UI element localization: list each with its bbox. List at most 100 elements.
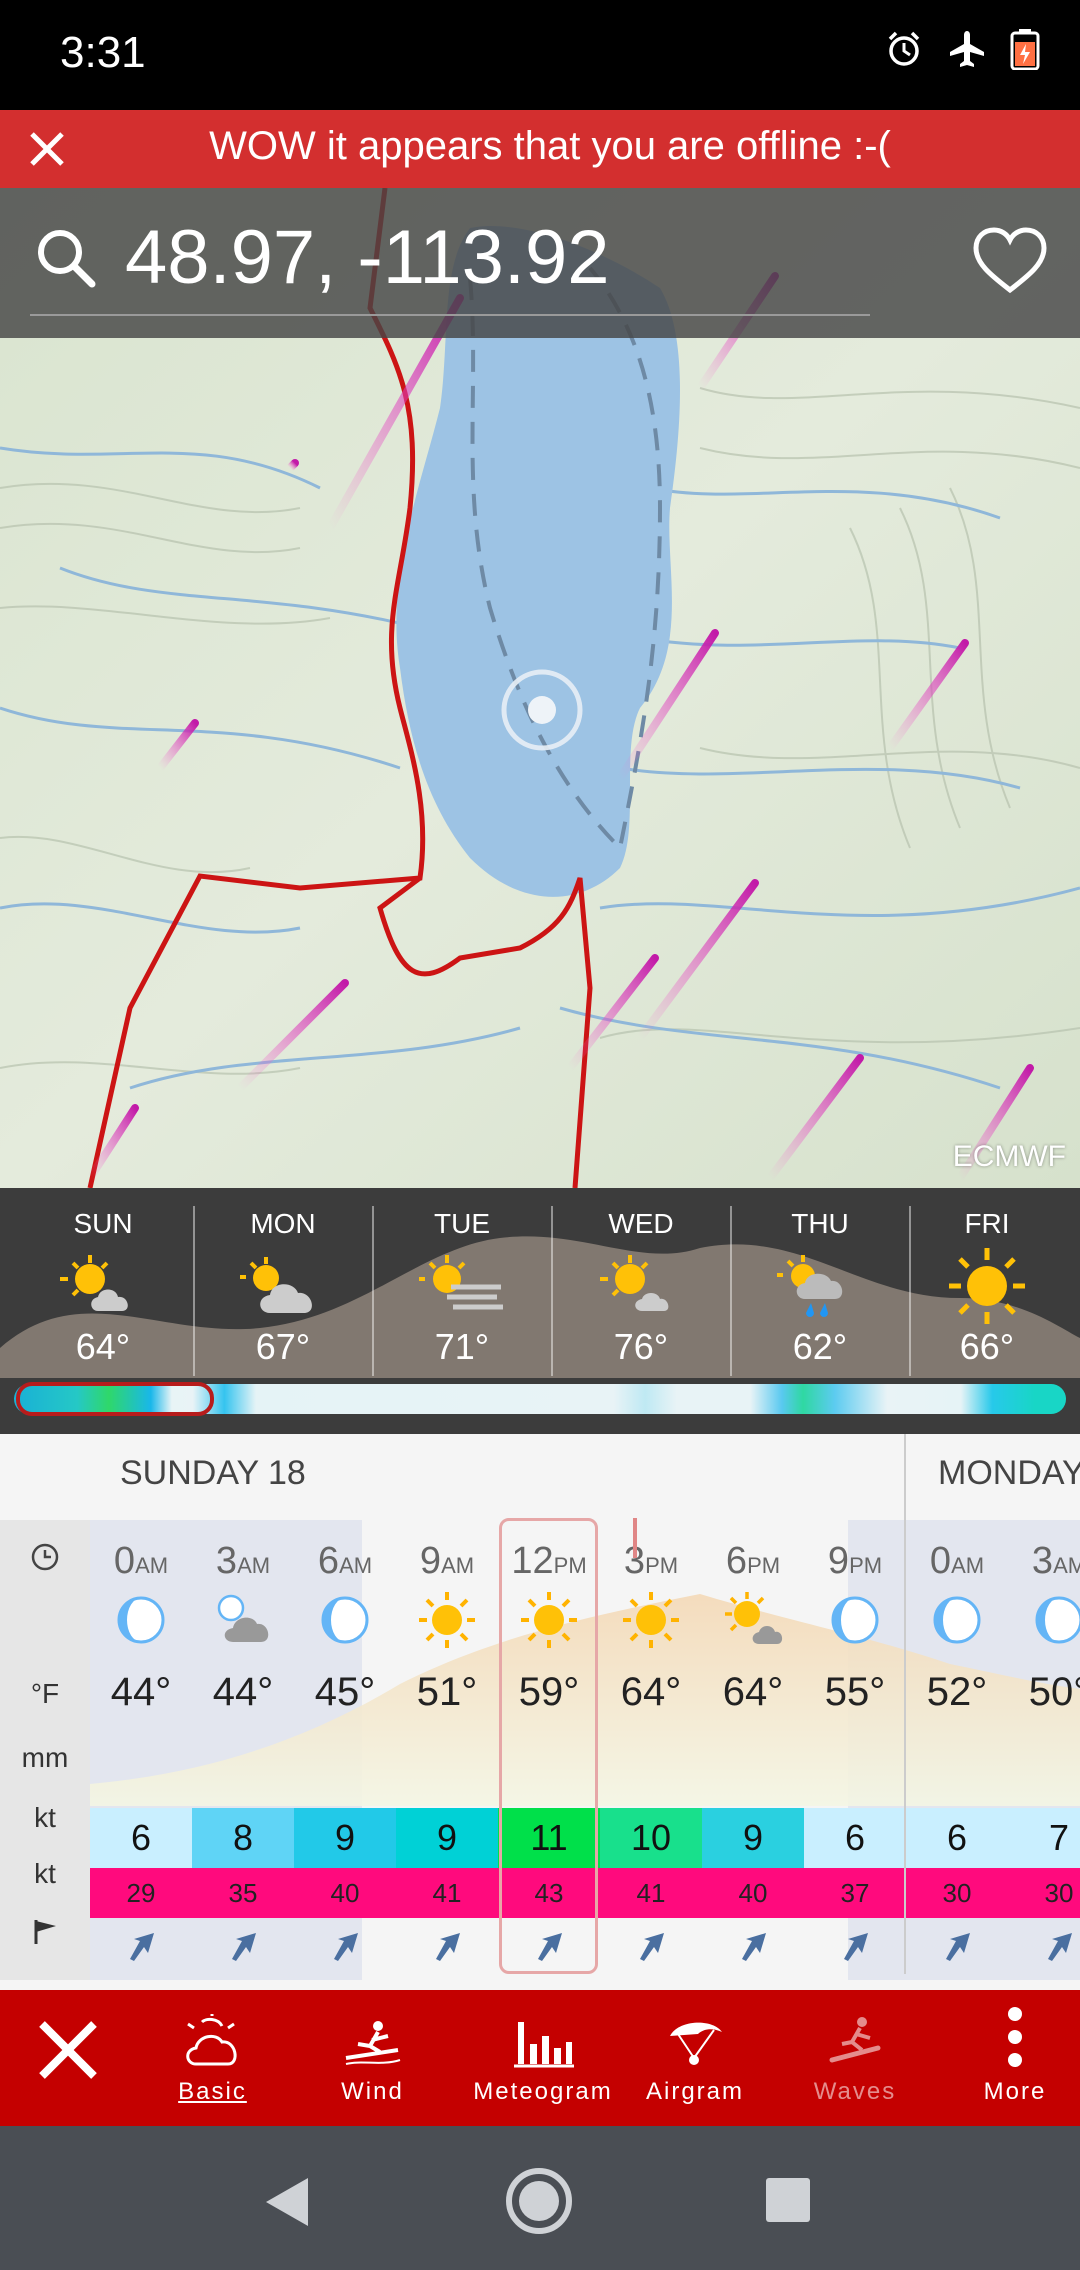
- hour-column[interactable]: 0AM 52° 6 30: [906, 1520, 1008, 1980]
- hour-label: 3AM: [192, 1540, 294, 1583]
- hour-number: 6: [725, 1540, 748, 1582]
- hour-column[interactable]: 9PM 55° 6 37: [804, 1520, 906, 1980]
- menu-more[interactable]: More: [955, 1990, 1075, 2126]
- battery-icon: [1010, 28, 1040, 70]
- app-screen: 3:31 WOW it appears that you are offline…: [0, 0, 1080, 2270]
- menu-waves[interactable]: Waves: [795, 1990, 915, 2126]
- hour-wind-gust: 29: [90, 1868, 192, 1918]
- close-menu-button[interactable]: [18, 1990, 118, 2126]
- hour-wind-speed: 9: [702, 1808, 804, 1868]
- menu-basic[interactable]: Basic: [150, 1990, 275, 2126]
- hour-column[interactable]: 3AM 50° 730: [1008, 1520, 1080, 1980]
- paraglider-icon: [635, 1990, 755, 2070]
- wind-direction-arrow-icon: [702, 1918, 804, 1974]
- wind-direction-arrow-icon: [294, 1918, 396, 1974]
- offline-banner: WOW it appears that you are offline :-(: [0, 110, 1080, 188]
- wind-direction-flag-icon: [0, 1916, 90, 1953]
- hour-wind-speed: 6: [804, 1808, 906, 1868]
- hour-period: AM: [237, 1553, 271, 1578]
- sun-haze-icon: [373, 1246, 551, 1326]
- hour-label: 6PM: [702, 1540, 804, 1583]
- day-mon[interactable]: MON 67°: [194, 1188, 372, 1378]
- hour-column[interactable]: 0AM 44° 6 29: [90, 1520, 192, 1980]
- hour-column[interactable]: 6AM 45° 9 40: [294, 1520, 396, 1980]
- sun-cloud-icon: [552, 1246, 730, 1326]
- hour-label: 6AM: [294, 1540, 396, 1583]
- offline-message: WOW it appears that you are offline :-(: [209, 124, 891, 168]
- current-time-marker: [633, 1518, 637, 1558]
- hour-temperature: 44°: [110, 1670, 172, 1714]
- wind-unit-label: kt: [34, 1802, 56, 1833]
- day-wed[interactable]: WED 76°: [552, 1188, 730, 1378]
- heart-icon[interactable]: [972, 226, 1048, 301]
- hour-temperature: 45°: [314, 1670, 376, 1714]
- hour-column[interactable]: 3AM 44° 8 35: [192, 1520, 294, 1980]
- hour-column[interactable]: 3PM 64° 10 41: [600, 1520, 702, 1980]
- hour-wind-speed: 7: [1008, 1808, 1080, 1868]
- surfer-icon: [795, 1990, 915, 2070]
- menu-meteogram[interactable]: Meteogram: [468, 1990, 618, 2126]
- hour-label: 9AM: [396, 1540, 498, 1583]
- hour-number: 9: [827, 1540, 850, 1582]
- hour-label: 3AM: [1008, 1540, 1080, 1583]
- status-time: 3:31: [60, 28, 146, 77]
- day-thu[interactable]: THU 62°: [731, 1188, 909, 1378]
- timeline-selection-window[interactable]: [16, 1382, 214, 1416]
- hour-wind-gust: 40: [294, 1868, 396, 1918]
- menu-wind[interactable]: Wind: [315, 1990, 430, 2126]
- moon-cloud-icon: [213, 1590, 273, 1650]
- hour-number: 3: [215, 1540, 238, 1582]
- hour-wind-speed: 6: [90, 1808, 192, 1868]
- hour-period: PM: [645, 1553, 679, 1578]
- sun-icon: [417, 1590, 477, 1650]
- wind-direction-arrow-icon: [804, 1918, 906, 1974]
- row-labels: °F mm kt kt: [0, 1520, 90, 1980]
- sun-cloud-icon: [723, 1590, 783, 1650]
- cloud-sun-icon: [150, 1990, 275, 2070]
- search-coordinates[interactable]: 48.97, -113.92: [125, 214, 610, 301]
- menu-airgram[interactable]: Airgram: [635, 1990, 755, 2126]
- hour-temperature: 50°: [1028, 1670, 1080, 1714]
- hour-number: 0: [113, 1540, 136, 1582]
- hour-number: 3: [1031, 1540, 1054, 1582]
- hour-period: AM: [951, 1553, 985, 1578]
- search-icon[interactable]: [34, 226, 98, 295]
- hour-wind-speed: 9: [396, 1808, 498, 1868]
- kitesurf-icon: [315, 1990, 430, 2070]
- moon-icon: [825, 1590, 885, 1650]
- day-sun[interactable]: SUN 64°: [14, 1188, 192, 1378]
- close-icon[interactable]: [18, 1990, 118, 2110]
- hour-wind-speed: 8: [192, 1808, 294, 1868]
- wind-direction-arrow-icon: [396, 1918, 498, 1974]
- hour-temperature: 55°: [824, 1670, 886, 1714]
- day-fri[interactable]: FRI 66°: [898, 1188, 1076, 1378]
- hour-period: AM: [135, 1553, 169, 1578]
- hour-column[interactable]: 9AM 51° 9 41: [396, 1520, 498, 1980]
- recents-icon[interactable]: [764, 2176, 812, 2229]
- day-tue[interactable]: TUE 71°: [373, 1188, 551, 1378]
- hour-period: PM: [849, 1553, 883, 1578]
- model-label: ECMWF: [952, 1140, 1066, 1173]
- more-vertical-icon: [955, 1990, 1075, 2070]
- moon-icon: [1029, 1590, 1080, 1650]
- selected-hour-highlight[interactable]: [499, 1518, 598, 1974]
- status-bar: 3:31: [0, 0, 1080, 110]
- rain-icon: [731, 1246, 909, 1326]
- home-icon[interactable]: [504, 2166, 574, 2241]
- precip-unit-label: mm: [21, 1742, 69, 1773]
- clock-icon: [0, 1542, 90, 1579]
- system-nav-bar: [0, 2126, 1080, 2270]
- topo-map[interactable]: [0, 188, 1080, 1188]
- search-underline: [30, 314, 870, 316]
- hour-number: 6: [317, 1540, 340, 1582]
- moon-icon: [315, 1590, 375, 1650]
- bottom-menu: Basic Wind Meteogram Airgram Waves More: [0, 1990, 1080, 2126]
- hour-column[interactable]: 6PM 64° 9 40: [702, 1520, 804, 1980]
- hour-wind-speed: 9: [294, 1808, 396, 1868]
- sun-cloud-icon: [14, 1246, 192, 1326]
- hour-wind-gust: 35: [192, 1868, 294, 1918]
- hour-period: AM: [339, 1553, 373, 1578]
- back-icon[interactable]: [262, 2174, 312, 2235]
- hour-period: PM: [747, 1553, 781, 1578]
- search-bar[interactable]: 48.97, -113.92: [0, 188, 1080, 338]
